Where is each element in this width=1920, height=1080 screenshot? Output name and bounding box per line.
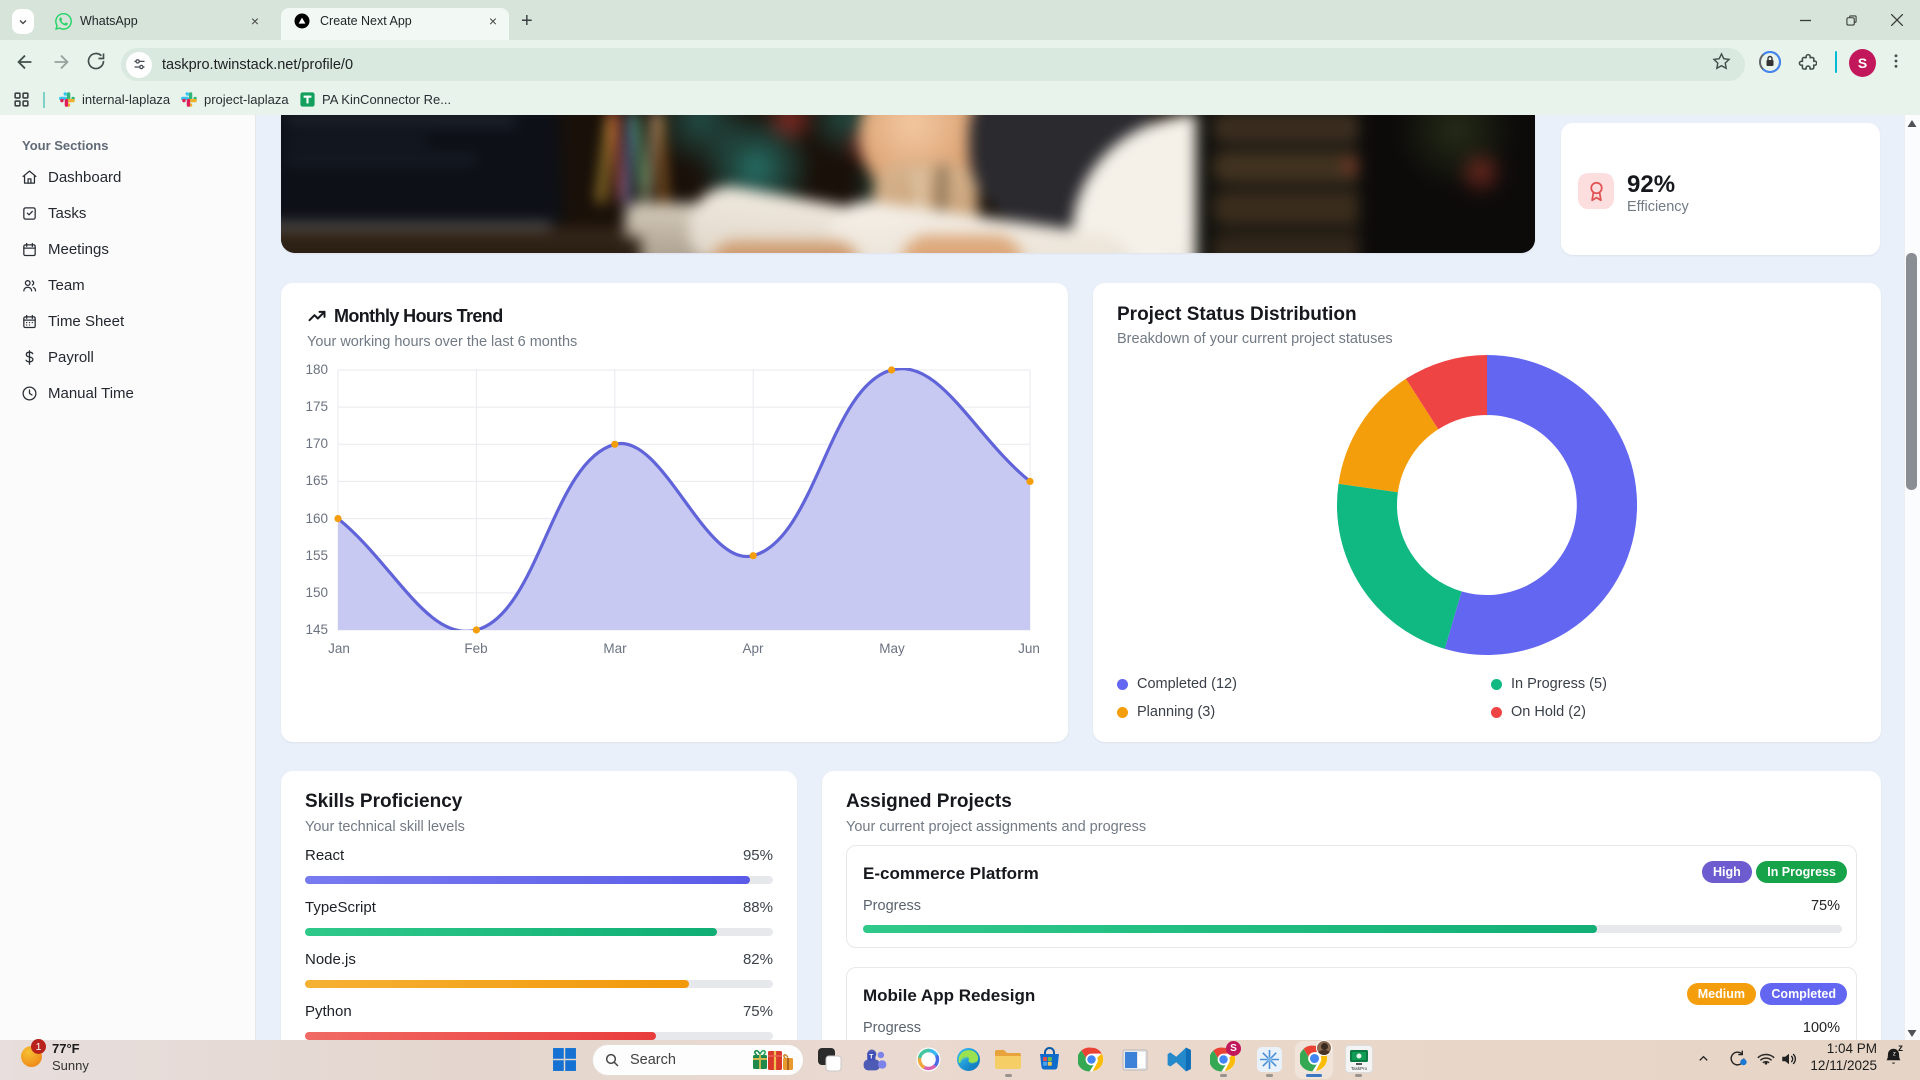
svg-text:Mar: Mar [603,641,627,656]
svg-text:160: 160 [305,511,328,526]
svg-text:Jun: Jun [1018,641,1040,656]
svg-text:May: May [879,641,905,656]
svg-text:165: 165 [305,473,328,488]
svg-text:Feb: Feb [464,641,487,656]
svg-text:Jan: Jan [328,641,350,656]
svg-text:155: 155 [305,548,328,563]
svg-text:145: 145 [305,622,328,637]
svg-text:175: 175 [305,399,328,414]
svg-text:170: 170 [305,436,328,451]
svg-text:TaskPro: TaskPro [1351,1066,1368,1071]
svg-text:Apr: Apr [742,641,764,656]
svg-text:z: z [1893,1051,1896,1058]
svg-text:180: 180 [305,362,328,377]
svg-text:150: 150 [305,585,328,600]
